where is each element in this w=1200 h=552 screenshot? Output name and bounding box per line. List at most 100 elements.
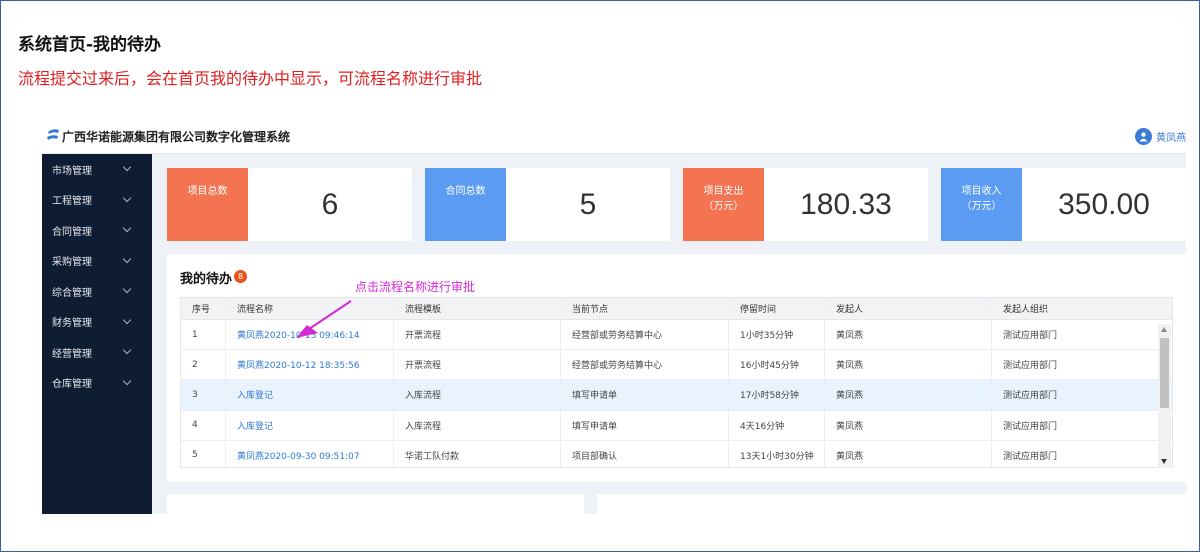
process-name-link[interactable]: 黄凤燕2020-10-13 09:46:14 bbox=[226, 320, 394, 350]
chevron-down-icon bbox=[122, 376, 132, 385]
todo-table: 序号 流程名称 流程模板 当前节点 停留时间 发起人 发起人组织 1 黄凤燕20… bbox=[180, 297, 1173, 468]
bottom-panel-left bbox=[167, 494, 584, 514]
process-name-link[interactable]: 黄凤燕2020-09-30 09:51:07 bbox=[226, 440, 394, 467]
stay-time: 4天16分钟 bbox=[729, 410, 825, 440]
column-header: 发起人组织 bbox=[1003, 305, 1049, 315]
scroll-down-icon[interactable] bbox=[1161, 459, 1167, 464]
initiator-org: 测试应用部门 bbox=[1003, 421, 1058, 432]
table-row[interactable]: 5 黄凤燕2020-09-30 09:51:07 华诺工队付款 项目部确认 13… bbox=[181, 440, 1172, 467]
todo-panel: 我的待办 8 点击流程名称进行审批 序号 流程名称 流程模板 当前节点 停留时间… bbox=[167, 254, 1186, 482]
sidebar-item-label: 合同管理 bbox=[52, 226, 92, 238]
todo-title: 我的待办 bbox=[180, 272, 233, 287]
initiator: 黄凤燕 bbox=[825, 410, 992, 440]
sidebar-item-finance[interactable]: 财务管理 bbox=[42, 307, 152, 338]
user-menu[interactable]: 黄凤燕 bbox=[1135, 127, 1186, 145]
stat-label-line2: （万元） bbox=[961, 201, 1002, 212]
chevron-down-icon bbox=[122, 193, 132, 202]
stat-label-line1: 项目收入 bbox=[961, 186, 1002, 197]
user-name[interactable]: 黄凤燕 bbox=[1156, 129, 1186, 144]
initiator: 黄凤燕 bbox=[825, 440, 992, 467]
initiator-org: 测试应用部门 bbox=[1003, 391, 1058, 402]
stay-time: 1小时35分钟 bbox=[729, 320, 825, 350]
process-template: 华诺工队付款 bbox=[394, 440, 561, 467]
column-header: 流程模板 bbox=[394, 298, 561, 319]
stat-label-line2: （万元） bbox=[703, 201, 744, 212]
initiator-org: 测试应用部门 bbox=[1003, 361, 1058, 372]
stat-label: 合同总数 bbox=[425, 168, 506, 241]
column-header: 序号 bbox=[181, 298, 226, 319]
table-row[interactable]: 4 入库登记 入库流程 填写申请单 4天16分钟 黄凤燕 测试应用部门 bbox=[181, 410, 1172, 441]
sidebar-item-label: 财务管理 bbox=[52, 318, 92, 330]
process-name-link[interactable]: 黄凤燕2020-10-12 18:35:56 bbox=[226, 350, 394, 380]
initiator: 黄凤燕 bbox=[825, 350, 992, 380]
bottom-panel-right bbox=[597, 494, 1186, 514]
stay-time: 17小时58分钟 bbox=[729, 380, 825, 410]
column-header: 停留时间 bbox=[729, 298, 825, 319]
sidebar-item-engineering[interactable]: 工程管理 bbox=[42, 185, 152, 216]
stat-label: 项目收入 （万元） bbox=[941, 168, 1022, 241]
sidebar-item-label: 仓库管理 bbox=[52, 379, 92, 391]
user-avatar-icon[interactable] bbox=[1135, 127, 1152, 145]
column-header: 发起人 bbox=[825, 298, 992, 319]
chevron-down-icon bbox=[122, 163, 132, 172]
table-scrollbar[interactable] bbox=[1158, 324, 1171, 468]
row-number: 4 bbox=[181, 410, 226, 440]
stat-card-project-count: 项目总数 6 bbox=[167, 168, 412, 241]
current-node: 填写申请单 bbox=[561, 380, 729, 410]
table-row[interactable]: 1 黄凤燕2020-10-13 09:46:14 开票流程 经营部或劳务结算中心… bbox=[181, 320, 1172, 351]
chevron-down-icon bbox=[122, 254, 132, 263]
sidebar-item-procurement[interactable]: 采购管理 bbox=[42, 246, 152, 277]
process-template: 入库流程 bbox=[394, 410, 561, 440]
slide-title: 系统首页-我的待办 bbox=[18, 35, 162, 55]
chevron-down-icon bbox=[122, 285, 132, 294]
stat-label-line1: 项目总数 bbox=[187, 186, 228, 197]
stat-value: 180.33 bbox=[800, 187, 892, 221]
stat-label-line1: 项目支出 bbox=[703, 186, 744, 197]
column-header: 流程名称 bbox=[226, 298, 394, 319]
current-node: 经营部或劳务结算中心 bbox=[561, 350, 729, 380]
initiator: 黄凤燕 bbox=[825, 380, 992, 410]
sidebar-item-warehouse[interactable]: 仓库管理 bbox=[42, 368, 152, 399]
app-screenshot: 广西华诺能源集团有限公司数字化管理系统 黄凤燕 市场管理 工程管理 合同管理 采… bbox=[42, 116, 1186, 514]
stat-card-contract-count: 合同总数 5 bbox=[425, 168, 670, 241]
stat-value: 6 bbox=[321, 187, 339, 221]
current-node: 经营部或劳务结算中心 bbox=[561, 320, 729, 350]
scroll-up-icon[interactable] bbox=[1161, 327, 1167, 332]
sidebar-item-label: 市场管理 bbox=[52, 165, 92, 177]
stat-label-line1: 合同总数 bbox=[445, 186, 486, 197]
stay-time: 16小时45分钟 bbox=[729, 350, 825, 380]
initiator-org: 测试应用部门 bbox=[1003, 331, 1058, 342]
process-template: 开票流程 bbox=[394, 350, 561, 380]
chevron-down-icon bbox=[122, 346, 132, 355]
annotation-text: 点击流程名称进行审批 bbox=[355, 280, 476, 294]
sidebar-item-operations[interactable]: 经营管理 bbox=[42, 337, 152, 368]
slide-subtitle: 流程提交过来后，会在首页我的待办中显示，可流程名称进行审批 bbox=[18, 69, 483, 88]
table-row[interactable]: 2 黄凤燕2020-10-12 18:35:56 开票流程 经营部或劳务结算中心… bbox=[181, 350, 1172, 381]
process-name-link[interactable]: 入库登记 bbox=[226, 380, 394, 410]
logo-icon bbox=[47, 129, 59, 140]
top-bar: 广西华诺能源集团有限公司数字化管理系统 黄凤燕 bbox=[42, 116, 1186, 154]
current-node: 项目部确认 bbox=[561, 440, 729, 467]
stay-time: 13天1小时30分钟 bbox=[729, 440, 825, 467]
sidebar-item-label: 综合管理 bbox=[52, 287, 92, 299]
table-row[interactable]: 3 入库登记 入库流程 填写申请单 17小时58分钟 黄凤燕 测试应用部门 bbox=[181, 380, 1172, 411]
row-number: 3 bbox=[181, 380, 226, 410]
sidebar-item-contract[interactable]: 合同管理 bbox=[42, 215, 152, 246]
row-number: 2 bbox=[181, 350, 226, 380]
row-number: 5 bbox=[181, 440, 226, 467]
process-name-link[interactable]: 入库登记 bbox=[226, 410, 394, 440]
sidebar-item-general[interactable]: 综合管理 bbox=[42, 276, 152, 307]
current-node: 填写申请单 bbox=[561, 410, 729, 440]
stat-label: 项目总数 bbox=[167, 168, 248, 241]
chevron-down-icon bbox=[122, 224, 132, 233]
sidebar-item-market[interactable]: 市场管理 bbox=[42, 154, 152, 185]
column-header: 当前节点 bbox=[561, 298, 729, 319]
scroll-thumb[interactable] bbox=[1160, 338, 1169, 408]
table-header: 序号 流程名称 流程模板 当前节点 停留时间 发起人 发起人组织 bbox=[181, 298, 1172, 320]
stat-label: 项目支出 （万元） bbox=[683, 168, 764, 241]
initiator: 黄凤燕 bbox=[825, 320, 992, 350]
todo-count-badge: 8 bbox=[234, 270, 247, 283]
row-number: 1 bbox=[181, 320, 226, 350]
process-template: 入库流程 bbox=[394, 380, 561, 410]
sidebar-item-label: 采购管理 bbox=[52, 257, 92, 269]
